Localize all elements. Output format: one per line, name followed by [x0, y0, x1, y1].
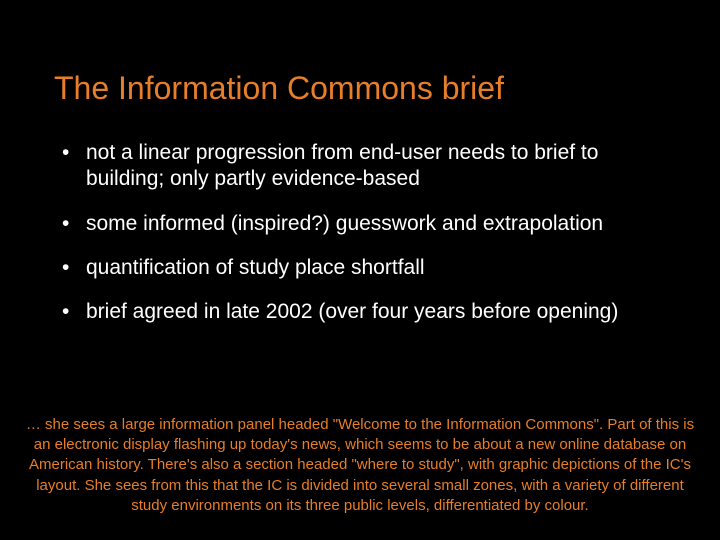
bullet-list: not a linear progression from end-user n… — [54, 140, 680, 343]
list-item: brief agreed in late 2002 (over four yea… — [54, 299, 680, 325]
slide-title: The Information Commons brief — [54, 70, 504, 107]
list-item: not a linear progression from end-user n… — [54, 140, 680, 193]
footer-text: … she sees a large information panel hea… — [20, 415, 700, 516]
list-item: quantification of study place shortfall — [54, 255, 680, 281]
list-item: some informed (inspired?) guesswork and … — [54, 211, 680, 237]
slide: The Information Commons brief not a line… — [0, 0, 720, 540]
